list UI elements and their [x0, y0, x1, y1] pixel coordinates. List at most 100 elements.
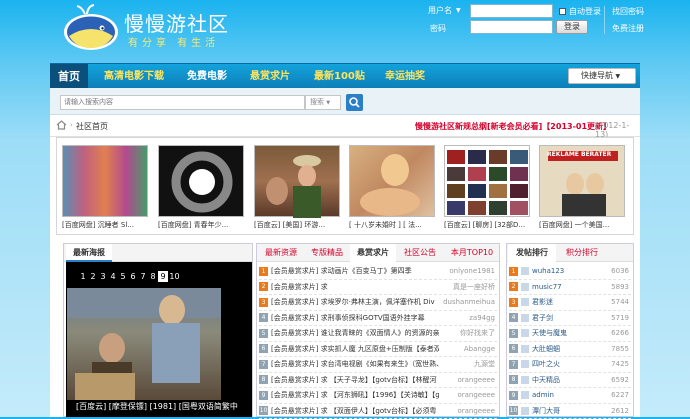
list-item-title[interactable]: [会员悬赏求片] 求实抓人魔 九区原盘+压制版【泰者双语】	[271, 342, 439, 358]
thumb-caption[interactable]: [百度网盘] 青春年少...	[158, 220, 248, 230]
tab-post-ranking[interactable]: 发帖排行	[508, 244, 556, 262]
nav-item-hd-movies[interactable]: 高清电影下载	[104, 64, 164, 89]
list-item-title[interactable]: [会员悬赏求片] 求	[271, 280, 328, 296]
ranking-row[interactable]: 4君子剑5719	[509, 311, 631, 327]
page-dot[interactable]: 2	[88, 271, 98, 282]
list-item-user[interactable]: 你好找来了	[460, 326, 495, 342]
list-item-title[interactable]: [会员悬赏求片] 求动画片《百变马丁》第四季	[271, 264, 412, 280]
tab-top10[interactable]: 本月TOP10	[444, 244, 500, 262]
list-item-title[interactable]: [会员悬赏求片] 求埃罗尔·弗林主演，佩洋塞作机 Div	[271, 295, 435, 311]
page-dot[interactable]: 1	[78, 271, 88, 282]
rank-username[interactable]: 潭门大哥	[532, 407, 560, 415]
rank-username[interactable]: 大肚蝈蝈	[532, 345, 560, 353]
thumb-caption[interactable]: [ 十八岁未婚时 ] [ 法...	[349, 220, 439, 230]
rank-username[interactable]: 天使与魔鬼	[532, 329, 567, 337]
list-item-user[interactable]: onlyone1981	[449, 264, 495, 280]
ranking-row[interactable]: 6大肚蝈蝈7855	[509, 342, 631, 358]
ranking-row[interactable]: 2music775893	[509, 280, 631, 296]
list-item-title[interactable]: [会员悬赏求片] 求刑事侦探科GOTV国语外挂字幕	[271, 311, 425, 327]
list-item-user[interactable]: Abangge	[464, 342, 495, 358]
page-dot[interactable]: 10	[168, 271, 181, 282]
thumb-image[interactable]	[158, 145, 244, 217]
dropdown-arrow-icon[interactable]: ▼	[456, 7, 461, 14]
rank-number: 1	[509, 267, 518, 276]
list-item-user[interactable]: orangeeee	[457, 373, 495, 389]
tab-points-ranking[interactable]: 积分排行	[558, 244, 606, 262]
poster-image[interactable]	[67, 288, 221, 400]
search-bar: 请输入搜索内容 搜索 ▼	[50, 88, 640, 115]
notice-link[interactable]: 慢慢游社区新规总纲[新老会员必看]【2013-01更新】	[415, 121, 611, 132]
list-item[interactable]: 5[会员悬赏求片] 谁让我青睐的《双面情人》的资源的亲情你好找来了	[259, 326, 497, 342]
ranking-row[interactable]: 1wuha1236036	[509, 264, 631, 280]
list-item[interactable]: 3[会员悬赏求片] 求埃罗尔·弗林主演，佩洋塞作机 Divdushanmeihu…	[259, 295, 497, 311]
nav-item-reward-request[interactable]: 悬赏求片	[250, 64, 290, 89]
whale-logo-icon[interactable]	[60, 4, 122, 52]
list-item[interactable]: 9[会员悬赏求片] 求 【河东狮吼】【1996】【关诗敏】【gorangeeee	[259, 388, 497, 404]
nav-item-free-movies[interactable]: 免费电影	[187, 64, 227, 89]
rank-username[interactable]: 中天精品	[532, 376, 560, 384]
page-dot[interactable]: 3	[98, 271, 108, 282]
quick-nav-button[interactable]: 快捷导航 ▼	[568, 68, 636, 84]
tab-announcements[interactable]: 社区公告	[396, 244, 444, 262]
list-item-title[interactable]: [会员悬赏求片] 谁让我青睐的《双面情人》的资源的亲情	[271, 326, 439, 342]
rank-username[interactable]: 君影迷	[532, 298, 553, 306]
rank-username[interactable]: music77	[532, 283, 562, 291]
rank-username[interactable]: 君子剑	[532, 314, 553, 322]
breadcrumb-current[interactable]: 社区首页	[76, 121, 108, 132]
list-item[interactable]: 4[会员悬赏求片] 求刑事侦探科GOTV国语外挂字幕za94gg	[259, 311, 497, 327]
nav-item-latest-100[interactable]: 最新100贴	[314, 64, 365, 89]
username-input[interactable]	[470, 4, 553, 18]
thumb-caption[interactable]: [百度网盘] 一个美国...	[539, 220, 629, 230]
list-item[interactable]: 6[会员悬赏求片] 求实抓人魔 九区原盘+压制版【泰者双语】Abangge	[259, 342, 497, 358]
poster-caption[interactable]: [百度云] [摩登保镖] [1981] [国粤双语简繁中	[76, 401, 254, 412]
search-category-select[interactable]: 搜索 ▼	[305, 95, 341, 110]
list-item-user[interactable]: dushanmeihua	[443, 295, 495, 311]
list-item[interactable]: 1[会员悬赏求片] 求动画片《百变马丁》第四季onlyone1981	[259, 264, 497, 280]
page-dot-active[interactable]: 9	[158, 271, 168, 282]
login-button[interactable]: 登录	[556, 20, 588, 34]
thumb-image[interactable]	[62, 145, 148, 217]
page-dot[interactable]: 6	[128, 271, 138, 282]
thumb-caption[interactable]: [百度云] [美国] 环游...	[254, 220, 344, 230]
search-button[interactable]	[346, 94, 363, 111]
list-item-user[interactable]: 九源堂	[474, 357, 495, 373]
tab-reward-request[interactable]: 悬赏求片	[350, 244, 396, 262]
tab-featured[interactable]: 专版精品	[304, 244, 350, 262]
tab-latest-poster[interactable]: 最新海报	[66, 244, 112, 262]
tab-latest-resources[interactable]: 最新资源	[258, 244, 304, 262]
password-input[interactable]	[470, 20, 553, 34]
page-dot[interactable]: 8	[148, 271, 158, 282]
rank-username[interactable]: 四叶之火	[532, 360, 560, 368]
page-dot[interactable]: 7	[138, 271, 148, 282]
ranking-row[interactable]: 9admin6227	[509, 388, 631, 404]
nav-item-lucky-draw[interactable]: 幸运抽奖	[385, 64, 425, 89]
list-item-title[interactable]: [会员悬赏求片] 求 【天子寻龙】【gotv台标】【林醒河	[271, 373, 437, 389]
register-link[interactable]: 免费注册	[612, 23, 644, 34]
forgot-password-link[interactable]: 找回密码	[612, 6, 644, 17]
page-dot[interactable]: 5	[118, 271, 128, 282]
ranking-row[interactable]: 3君影迷5744	[509, 295, 631, 311]
thumb-image[interactable]	[444, 145, 530, 217]
ranking-row[interactable]: 7四叶之火7425	[509, 357, 631, 373]
list-item[interactable]: 2[会员悬赏求片] 求真是一座好桥	[259, 280, 497, 296]
page-dot[interactable]: 4	[108, 271, 118, 282]
list-item-user[interactable]: za94gg	[469, 311, 495, 327]
ranking-row[interactable]: 5天使与魔鬼6266	[509, 326, 631, 342]
list-item[interactable]: 7[会员悬赏求片] 求台湾电视剧《如果有来生》（宽世熟、甄秀九源堂	[259, 357, 497, 373]
list-item-user[interactable]: orangeeee	[457, 388, 495, 404]
rank-username[interactable]: wuha123	[532, 267, 564, 275]
list-item-title[interactable]: [会员悬赏求片] 求台湾电视剧《如果有来生》（宽世熟、甄秀	[271, 357, 439, 373]
thumb-caption[interactable]: [百度网盘] 沉睡者 Sl...	[62, 220, 152, 230]
rank-username[interactable]: admin	[532, 391, 554, 399]
home-icon[interactable]	[56, 120, 67, 133]
auto-login-checkbox[interactable]	[559, 8, 566, 15]
nav-item-home[interactable]: 首页	[50, 64, 88, 89]
thumb-image[interactable]	[349, 145, 435, 217]
list-item[interactable]: 8[会员悬赏求片] 求 【天子寻龙】【gotv台标】【林醒河orangeeee	[259, 373, 497, 389]
list-item-title[interactable]: [会员悬赏求片] 求 【河东狮吼】【1996】【关诗敏】【g	[271, 388, 439, 404]
search-input[interactable]: 请输入搜索内容	[60, 95, 305, 110]
thumb-caption[interactable]: [百度云] [聊房] [32部D...	[444, 220, 534, 230]
ranking-row[interactable]: 8中天精品6592	[509, 373, 631, 389]
thumb-image[interactable]	[254, 145, 340, 217]
list-item-user[interactable]: 真是一座好桥	[453, 280, 495, 296]
